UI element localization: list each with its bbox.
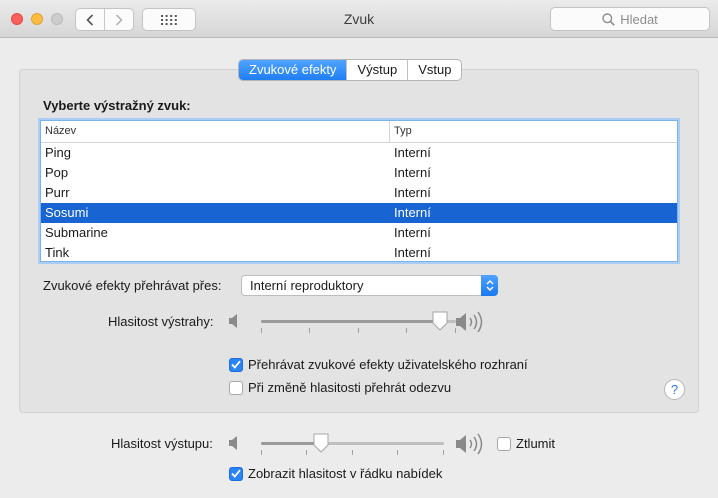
table-row[interactable]: Purr Interní (41, 183, 677, 203)
slider-knob[interactable] (431, 311, 449, 331)
updown-arrows-icon (481, 275, 498, 296)
output-device-value: Interní reproduktory (250, 278, 364, 293)
ui-effects-label: Přehrávat zvukové efekty uživatelského r… (248, 357, 528, 372)
title-bar: Zvuk Hledat (0, 0, 718, 38)
volume-feedback-checkbox-row[interactable]: Při změně hlasitosti přehrát odezvu (229, 380, 451, 395)
ui-effects-checkbox[interactable] (229, 357, 243, 372)
slider-knob[interactable] (312, 433, 330, 453)
search-icon (602, 12, 615, 26)
row-name: Ping (45, 145, 72, 160)
output-volume-slider[interactable] (261, 433, 444, 457)
row-type: Interní (394, 185, 431, 200)
mute-label: Ztlumit (516, 436, 555, 451)
search-placeholder: Hledat (620, 11, 658, 27)
row-name: Purr (45, 185, 70, 200)
column-header-name[interactable]: Název (41, 121, 390, 142)
table-row[interactable]: Submarine Interní (41, 223, 677, 243)
checkmark-icon (231, 360, 241, 369)
alert-sound-table[interactable]: Název Typ Ping Interní Pop Interní Purr … (40, 120, 678, 262)
row-type: Interní (394, 245, 431, 260)
row-name: Pop (45, 165, 69, 180)
speaker-high-icon (456, 433, 483, 455)
tab-output[interactable]: Výstup (346, 60, 407, 80)
tab-bar: Zvukové efekty Výstup Vstup (238, 59, 463, 81)
slider-fill (261, 320, 440, 323)
show-volume-menu-label: Zobrazit hlasitost v řádku nabídek (248, 466, 443, 481)
table-row[interactable]: Ping Interní (41, 143, 677, 163)
play-through-label: Zvukové efekty přehrávat přes: (43, 278, 222, 293)
row-name: Sosumi (45, 205, 89, 220)
row-type: Interní (394, 165, 431, 180)
table-row[interactable]: Pop Interní (41, 163, 677, 183)
alert-volume-label: Hlasitost výstrahy: (108, 314, 214, 329)
alert-sound-label: Vyberte výstražný zvuk: (43, 98, 191, 113)
checkmark-icon (231, 469, 241, 478)
ui-effects-checkbox-row[interactable]: Přehrávat zvukové efekty uživatelského r… (229, 357, 528, 372)
table-header: Název Typ (41, 121, 677, 143)
tab-sound-effects[interactable]: Zvukové efekty (239, 60, 347, 80)
table-row-selected[interactable]: Sosumi Interní (41, 203, 677, 223)
tab-input[interactable]: Vstup (407, 60, 461, 80)
mute-checkbox[interactable] (497, 436, 511, 451)
row-name: Submarine (45, 225, 108, 240)
search-field[interactable]: Hledat (550, 7, 710, 31)
output-device-popup[interactable]: Interní reproduktory (241, 275, 498, 296)
speaker-high-icon (456, 311, 483, 333)
show-volume-menu-checkbox-row[interactable]: Zobrazit hlasitost v řádku nabídek (229, 466, 442, 481)
help-button[interactable]: ? (664, 379, 685, 400)
column-header-type[interactable]: Typ (390, 121, 677, 142)
output-volume-label: Hlasitost výstupu: (111, 436, 213, 451)
row-type: Interní (394, 205, 431, 220)
row-type: Interní (394, 225, 431, 240)
row-name: Tink (45, 245, 70, 260)
volume-feedback-checkbox[interactable] (229, 380, 243, 395)
show-volume-menu-checkbox[interactable] (229, 466, 243, 481)
alert-volume-slider[interactable] (261, 311, 456, 335)
table-row[interactable]: Tink Interní (41, 243, 677, 261)
row-type: Interní (394, 145, 431, 160)
speaker-low-icon (229, 436, 237, 450)
volume-feedback-label: Při změně hlasitosti přehrát odezvu (248, 380, 452, 395)
mute-checkbox-row[interactable]: Ztlumit (497, 436, 555, 451)
speaker-low-icon (229, 314, 237, 328)
